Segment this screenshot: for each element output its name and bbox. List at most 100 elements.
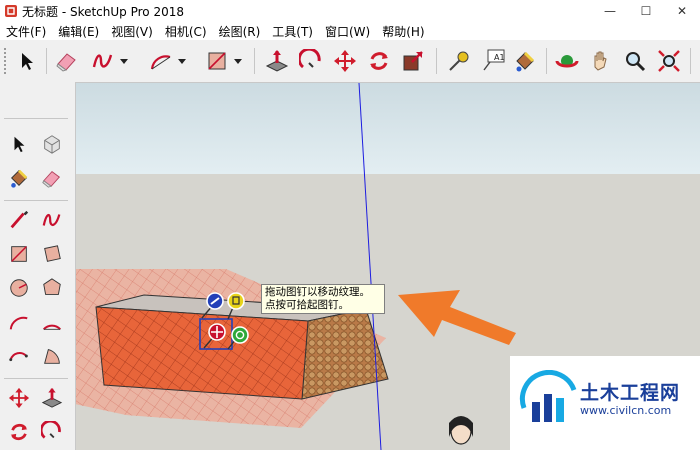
zoom-extents-tool-button[interactable] (654, 46, 684, 76)
rectangle-tool-button[interactable] (202, 46, 232, 76)
arc-icon (9, 316, 28, 330)
rotate-tool-button[interactable] (364, 46, 394, 76)
pencil-icon (10, 210, 29, 229)
select-tool-button[interactable] (5, 130, 33, 158)
three-point-arc-tool-button[interactable] (5, 342, 33, 370)
move-arrows-icon (334, 50, 356, 72)
eraser-icon (42, 170, 61, 188)
menu-view[interactable]: 视图(V) (105, 23, 159, 40)
site-watermark: 土木工程网 www.civilcn.com (510, 356, 700, 450)
tape-measure-icon (449, 51, 469, 71)
callout-arrow (398, 290, 516, 345)
tape-measure-tool-button[interactable] (444, 46, 474, 76)
push-pull-tool-button[interactable] (38, 384, 66, 412)
menu-edit[interactable]: 编辑(E) (52, 23, 105, 40)
move-tool-button[interactable] (330, 46, 360, 76)
rectangle-tool-button[interactable] (5, 240, 33, 268)
make-component-button[interactable] (38, 130, 66, 158)
toolbar-grip[interactable] (4, 48, 9, 74)
move-tool-button[interactable] (5, 384, 33, 412)
menu-window[interactable]: 窗口(W) (319, 23, 376, 40)
minimize-button[interactable]: — (592, 0, 628, 22)
arc-tool-button[interactable] (5, 308, 33, 336)
main-toolbar: A1 (0, 40, 700, 83)
title-bar: 无标题 - SketchUp Pro 2018 — ☐ ✕ (0, 0, 700, 23)
paint-bucket-tool-button[interactable] (510, 46, 540, 76)
follow-me-tool-button[interactable] (38, 418, 66, 446)
two-point-arc-tool-button[interactable] (38, 308, 66, 336)
texture-pin-tooltip: 拖动图钉以移动纹理。 点按可拾起图钉。 (261, 284, 385, 314)
pan-tool-button[interactable] (586, 46, 616, 76)
scale-icon (403, 51, 423, 71)
left-toolbar (0, 82, 76, 450)
select-arrow-icon (14, 136, 25, 153)
toolbar-separator (254, 48, 255, 74)
orbit-icon (555, 55, 579, 68)
watermark-url: www.civilcn.com (580, 404, 672, 417)
rotated-rectangle-tool-button[interactable] (38, 240, 66, 268)
eraser-tool-button[interactable] (52, 46, 82, 76)
line-tool-button[interactable] (5, 206, 33, 234)
menu-help[interactable]: 帮助(H) (376, 23, 430, 40)
rotated-rectangle-icon (44, 245, 61, 262)
pie-tool-button[interactable] (38, 342, 66, 370)
push-pull-icon (265, 50, 289, 72)
eraser-tool-button[interactable] (38, 164, 66, 192)
freehand-tool-button[interactable] (88, 46, 118, 76)
zoom-magnifier-icon (626, 52, 646, 72)
rectangle-icon (208, 52, 226, 70)
toolbar-separator (690, 48, 691, 74)
rotate-tool-button[interactable] (5, 418, 33, 446)
toolbar-separator (546, 48, 547, 74)
toolbar-separator (46, 48, 47, 74)
scale-tool-button[interactable] (398, 46, 428, 76)
component-cube-icon (44, 135, 60, 154)
rectangle-dropdown[interactable] (230, 46, 246, 76)
circle-tool-button[interactable] (5, 274, 33, 302)
menu-file[interactable]: 文件(F) (0, 23, 52, 40)
watermark-brand: 土木工程网 (580, 382, 681, 404)
push-pull-icon (41, 387, 63, 408)
zoom-extents-icon (658, 50, 680, 72)
close-button[interactable]: ✕ (664, 0, 700, 22)
arc-icon (150, 55, 171, 70)
text-tool-button[interactable]: A1 (478, 46, 508, 76)
menu-draw[interactable]: 绘图(R) (213, 23, 267, 40)
toolbar-separator (4, 200, 68, 201)
three-point-arc-icon (9, 352, 28, 362)
follow-me-tool-button[interactable] (296, 46, 326, 76)
paint-bucket-icon (516, 51, 535, 72)
orbit-tool-button[interactable] (552, 46, 582, 76)
rotate-icon (10, 423, 28, 441)
maximize-button[interactable]: ☐ (628, 0, 664, 22)
window-title: 无标题 - SketchUp Pro 2018 (22, 4, 184, 19)
civilcn-logo-icon (519, 370, 577, 422)
paint-bucket-tool-button[interactable] (5, 164, 33, 192)
menu-tools[interactable]: 工具(T) (266, 23, 319, 40)
tooltip-line-1: 拖动图钉以移动纹理。 (265, 286, 370, 298)
rectangle-icon (11, 246, 27, 262)
sketchup-logo-icon (5, 5, 17, 17)
push-pull-tool-button[interactable] (262, 46, 292, 76)
scale-figure-person (449, 416, 473, 445)
zoom-tool-button[interactable] (620, 46, 650, 76)
box-front-texture (96, 307, 308, 399)
axis-line (358, 83, 382, 450)
freehand-dropdown[interactable] (116, 46, 132, 76)
toolbar-separator (4, 378, 68, 379)
chevron-down-icon (178, 59, 186, 64)
menu-camera[interactable]: 相机(C) (159, 23, 213, 40)
pie-icon (44, 349, 60, 364)
select-tool-button[interactable] (12, 46, 42, 76)
tooltip-line-2: 点按可拾起图钉。 (265, 299, 349, 311)
select-arrow-icon (22, 53, 33, 70)
polygon-tool-button[interactable] (38, 274, 66, 302)
arc-dropdown[interactable] (174, 46, 190, 76)
arc-tool-button[interactable] (146, 46, 176, 76)
polygon-icon (43, 278, 61, 295)
chevron-down-icon (234, 59, 242, 64)
toolbar-separator (4, 118, 68, 119)
circle-icon (10, 279, 28, 297)
freehand-tool-button[interactable] (38, 206, 66, 234)
freehand-icon (92, 54, 113, 68)
